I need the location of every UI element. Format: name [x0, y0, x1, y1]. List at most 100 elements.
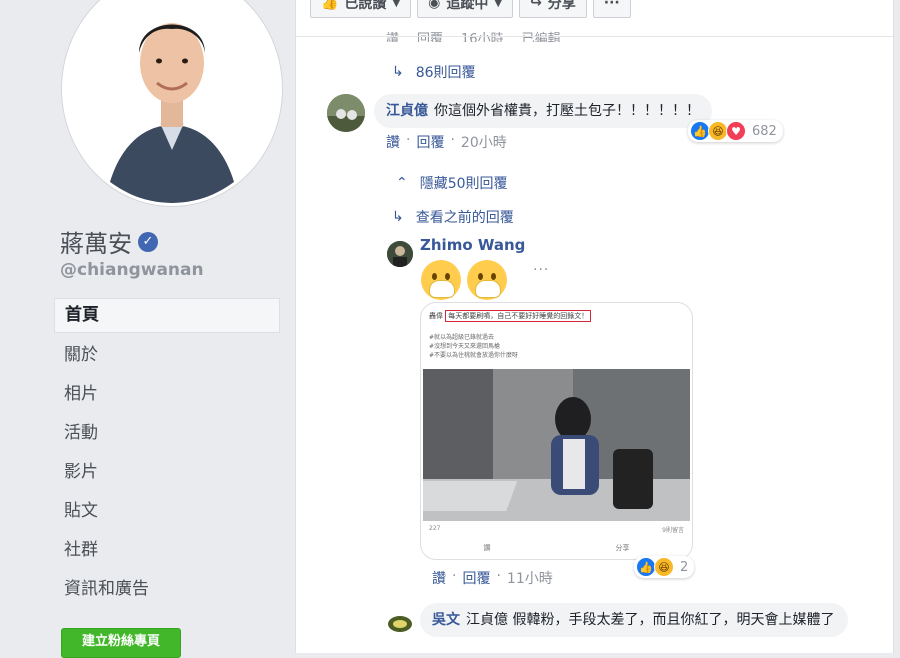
reply-link[interactable]: 回覆: [416, 132, 444, 152]
avatar-image: [387, 241, 413, 267]
card-share-label: 分享: [615, 544, 630, 552]
nav-item-events[interactable]: 活動: [54, 417, 280, 450]
comment-time[interactable]: 20小時: [461, 132, 507, 152]
nav-item-community[interactable]: 社群: [54, 534, 280, 567]
separator-dot: ·: [496, 568, 501, 584]
reaction-summary[interactable]: 👍 😆 2: [634, 556, 695, 578]
nav-item-videos[interactable]: 影片: [54, 456, 280, 489]
reply-arrow-icon: ↳: [392, 64, 404, 80]
more-options-button[interactable]: ···: [592, 0, 631, 18]
reply-link[interactable]: 回覆: [417, 28, 443, 42]
haha-icon: 😆: [654, 557, 674, 577]
share-label: 分享: [547, 0, 576, 12]
avatar[interactable]: [387, 611, 413, 637]
edited-label[interactable]: 已編輯: [522, 28, 561, 42]
nav-item-about[interactable]: 關於: [54, 339, 280, 372]
comment-bubble: 江貞億 你這個外省權貴，打壓土包子！！！！！！: [374, 94, 712, 128]
separator-dot: ·: [406, 132, 411, 148]
hide-replies-label: 隱藏50則回覆: [419, 176, 508, 192]
comment-meta: 讚 · 回覆 · 11小時: [432, 568, 553, 588]
card-photo: [421, 369, 690, 521]
card-highlight-text: 每天都要刷噴，自己不要好好睡覺的回錄文！: [445, 310, 592, 322]
shared-post-image[interactable]: 轟偉 每天都要刷噴，自己不要好好睡覺的回錄文！ #就以為超級已錄就過去 #沒想到…: [420, 302, 693, 560]
view-previous-label: 查看之前的回覆: [415, 210, 514, 226]
chevron-down-icon: ▼: [392, 0, 401, 9]
comment-author[interactable]: 江貞億: [386, 103, 428, 119]
comment-text: 江貞億 假韓粉，手段太差了，而且你紅了，明天會上媒體了: [466, 612, 835, 628]
page-action-bar: 👍 已說讚 ▼ ◉ 追蹤中 ▼ ↪ 分享 ···: [310, 0, 631, 18]
card-actions: 讚 分享: [421, 543, 692, 553]
divider: [296, 36, 893, 37]
profile-photo-illustration: [65, 0, 279, 203]
hide-replies-link[interactable]: ⌃ 隱藏50則回覆: [396, 173, 508, 193]
create-page-button[interactable]: 建立粉絲專頁: [61, 628, 181, 658]
comment-time: 16小時: [461, 32, 504, 42]
like-icon: 👍: [636, 557, 656, 577]
liked-label: 已說讚: [344, 0, 387, 12]
reply-arrow-icon: ↳: [392, 209, 404, 225]
hand-over-mouth-emoji-icon: [421, 260, 461, 300]
page-sidebar: 蔣萬安 ✓ @chiangwanan 首頁 關於 相片 活動 影片 貼文 社群 …: [0, 0, 295, 658]
card-author: 轟偉: [429, 312, 443, 320]
page-nav: 首頁 關於 相片 活動 影片 貼文 社群 資訊和廣告: [54, 298, 280, 612]
thumbs-up-icon: 👍: [321, 0, 339, 11]
card-footer: 227 9則留言: [429, 525, 684, 534]
hand-over-mouth-emoji-icon: [467, 260, 507, 300]
avatar-image: [327, 94, 365, 132]
reply-link[interactable]: 回覆: [462, 568, 490, 588]
card-line: #不要以為住桃就會放過你什麼呀: [429, 352, 519, 359]
profile-picture[interactable]: [62, 0, 282, 206]
like-link[interactable]: 讚: [386, 132, 400, 152]
nav-item-home[interactable]: 首頁: [54, 298, 280, 333]
card-like-label: 讚: [483, 544, 491, 552]
page-handle[interactable]: @chiangwanan: [60, 260, 204, 280]
comment-options-icon[interactable]: ···: [533, 262, 549, 278]
comment-author[interactable]: 吳文: [432, 612, 460, 628]
comment-author[interactable]: Zhimo Wang: [420, 236, 525, 254]
avatar[interactable]: [387, 241, 413, 267]
comment-time[interactable]: 11小時: [507, 568, 553, 588]
like-link[interactable]: 讚: [386, 28, 399, 42]
comment-bubble: 吳文 江貞億 假韓粉，手段太差了，而且你紅了，明天會上媒體了: [420, 603, 848, 637]
view-previous-replies-link[interactable]: ↳ 查看之前的回覆: [392, 207, 514, 227]
office-photo-illustration: [421, 369, 690, 521]
following-label: 追蹤中: [446, 0, 489, 12]
card-body-lines: #就以為超級已錄就過去 #沒想到今天又來還回馬槍 #不要以為住桃就會放過你什麼呀: [429, 333, 518, 360]
liked-button[interactable]: 👍 已說讚 ▼: [310, 0, 412, 18]
comment-meta: 讚 · 回覆 · 20小時: [386, 132, 507, 152]
avatar-image: [387, 611, 413, 637]
share-button[interactable]: ↪ 分享: [519, 0, 587, 18]
card-header: 轟偉 每天都要刷噴，自己不要好好睡覺的回錄文！: [429, 310, 592, 322]
following-button[interactable]: ◉ 追蹤中 ▼: [417, 0, 514, 18]
rss-icon: ◉: [428, 0, 441, 11]
page-name-text[interactable]: 蔣萬安: [60, 224, 132, 259]
card-line: #就以為超級已錄就過去: [429, 334, 495, 341]
card-reaction-count: 227: [429, 525, 441, 532]
page-name[interactable]: 蔣萬安 ✓: [60, 224, 158, 259]
card-comment-count: 9則留言: [662, 527, 684, 534]
separator-dot: ·: [452, 568, 457, 584]
post-comments-panel: 👍 已說讚 ▼ ◉ 追蹤中 ▼ ↪ 分享 ··· 讚 回覆 16小時 已編輯 ↳…: [295, 0, 894, 653]
haha-icon: 😆: [708, 121, 728, 141]
card-line: #沒想到今天又來還回馬槍: [429, 343, 501, 350]
verified-badge-icon: ✓: [138, 231, 158, 252]
chevron-up-icon: ⌃: [396, 175, 408, 191]
like-icon: 👍: [690, 121, 710, 141]
nav-item-photos[interactable]: 相片: [54, 378, 280, 411]
reaction-count: 2: [680, 559, 689, 575]
comment-text: 你這個外省權貴，打壓土包子！！！！！！: [434, 103, 700, 119]
avatar[interactable]: [327, 94, 365, 132]
like-link[interactable]: 讚: [432, 568, 446, 588]
share-arrow-icon: ↪: [530, 0, 542, 11]
separator-dot: ·: [450, 132, 455, 148]
clipped-comment-meta: 讚 回覆 16小時 已編輯: [386, 28, 561, 42]
view-replies-label: 86則回覆: [415, 65, 476, 81]
nav-item-posts[interactable]: 貼文: [54, 495, 280, 528]
view-replies-link[interactable]: ↳ 86則回覆: [392, 62, 476, 82]
chevron-down-icon: ▼: [494, 0, 503, 9]
nav-item-info-and-ads[interactable]: 資訊和廣告: [54, 573, 280, 606]
love-icon: ♥: [726, 121, 746, 141]
reaction-summary[interactable]: 👍 😆 ♥ 682: [688, 120, 783, 142]
reaction-count: 682: [752, 123, 777, 139]
sticker-group: [421, 260, 507, 300]
